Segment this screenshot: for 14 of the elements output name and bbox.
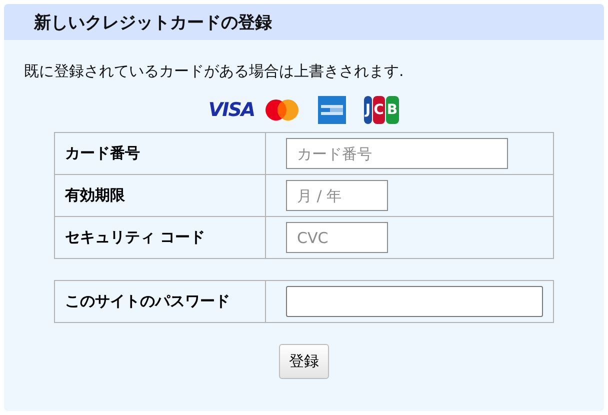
field-label: 有効期限 [65, 186, 125, 204]
input-field[interactable]: CVC [286, 222, 388, 253]
visa-logo: VISA [208, 99, 255, 121]
register-button[interactable]: 登録 [279, 344, 329, 379]
notice-text: 既に登録されているカードがある場合は上書きされます. [24, 62, 405, 81]
field-label: セキュリティ コード [65, 228, 206, 246]
amex-logo-icon [318, 96, 346, 124]
overlapping-circles-icon [264, 99, 298, 121]
field-label: カード番号 [65, 144, 140, 162]
input-field[interactable]: 月 / 年 [286, 180, 388, 211]
password-field[interactable] [286, 286, 543, 317]
field-label: このサイトのパスワード [65, 292, 230, 310]
input-field[interactable]: カード番号 [286, 138, 508, 169]
panel-title: 新しいクレジットカードの登録 [34, 12, 272, 34]
